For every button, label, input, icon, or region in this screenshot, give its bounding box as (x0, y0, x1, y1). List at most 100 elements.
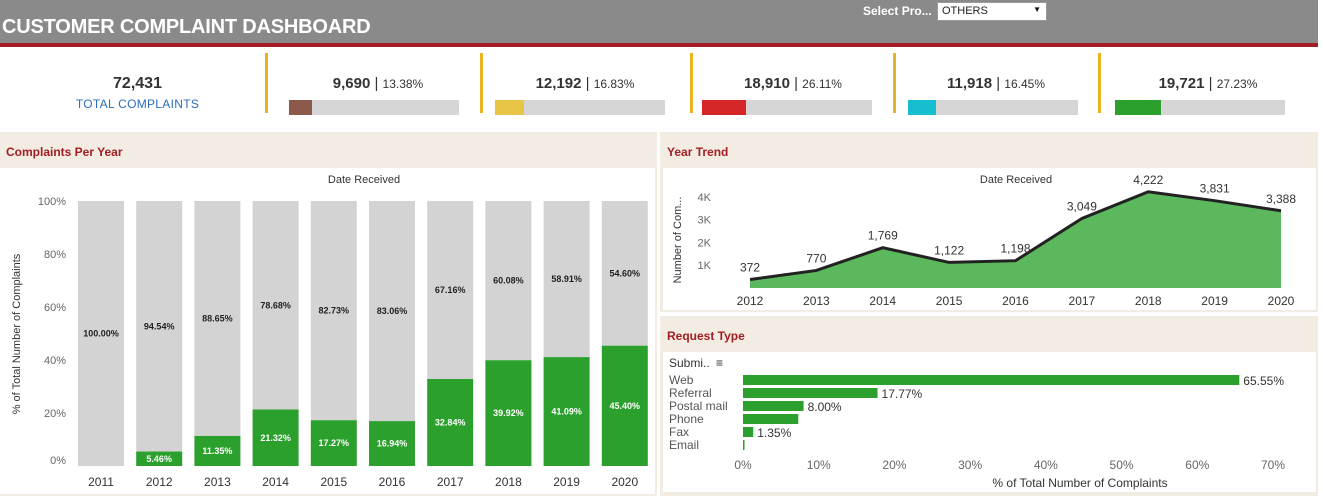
y-tick-label: 3K (698, 215, 712, 227)
x-tick-label: 2019 (1201, 294, 1228, 308)
kpi-progress-fill (908, 100, 936, 115)
x-tick-label: 2011 (88, 475, 114, 489)
x-tick-label: 2012 (737, 294, 764, 308)
bar-label-selected: 45.40% (610, 401, 641, 411)
bar-value-label: 17.77% (882, 387, 923, 401)
x-tick-label: 2017 (1069, 294, 1096, 308)
x-tick-label: 2014 (262, 475, 289, 489)
bar-label-selected: 5.46% (146, 454, 172, 464)
kpi-divider: | (370, 75, 383, 92)
bar-label-other: 78.68% (260, 300, 291, 310)
point-label: 1,122 (934, 243, 964, 257)
category-label: Phone (669, 412, 704, 426)
year-trend-panel: Year Trend Date Received Number of Com...… (660, 132, 1318, 312)
y-tick-label: 60% (44, 302, 66, 314)
x-tick-label: 2016 (1002, 294, 1029, 308)
kpi-progress-fill (495, 100, 524, 115)
request-bar (743, 427, 754, 437)
bar-label-selected: 16.94% (377, 439, 408, 449)
x-tick-label: 40% (1034, 458, 1058, 472)
trend-area (750, 191, 1281, 288)
x-tick-label: 2015 (936, 294, 963, 308)
kpi-progress-track (908, 100, 1078, 115)
kpi-percent: 27.23% (1216, 77, 1258, 91)
y-tick-label: 2K (698, 237, 712, 249)
dropdown-arrow-icon[interactable]: ▼ (1033, 5, 1041, 14)
panel-body: Submi.. ≡ Web 65.55% Referral 17.77% Postal ma… (663, 352, 1316, 492)
bar-label-selected: 39.92% (493, 408, 524, 418)
bar-label-other: 67.16% (435, 285, 466, 295)
kpi-value: 18,910 | 26.11% (713, 75, 873, 92)
bar-label-other: 100.00% (83, 329, 119, 339)
y-tick-label: 100% (38, 196, 66, 208)
kpi-count: 19,721 (1158, 75, 1205, 92)
x-tick-label: 2013 (204, 475, 231, 489)
kpi-divider: | (992, 75, 1005, 92)
select-product-dropdown[interactable]: OTHERS ▼ (937, 2, 1047, 21)
category-label: Web (669, 373, 694, 387)
panel-body: Date Received 0% 20% 40% 60% 80% 100% % of Tota… (0, 168, 655, 494)
y-tick-label: 0% (50, 455, 66, 467)
kpi-divider: | (789, 75, 803, 92)
x-tick-label: 50% (1110, 458, 1134, 472)
panel-title: Year Trend (667, 145, 729, 159)
x-tick-label: 0% (734, 458, 752, 472)
bar-value-label: 8.00% (808, 400, 842, 414)
y-axis-title: % of Total Number of Complaints (11, 253, 23, 414)
kpi-percent: 26.11% (802, 77, 842, 91)
kpi-percent: 16.45% (1004, 77, 1045, 91)
bar-label-other: 83.06% (377, 306, 408, 316)
request-bar (743, 414, 799, 424)
bar-label-selected: 41.09% (551, 407, 582, 417)
request-type-panel: Request Type Submi.. ≡ Web 65.55% Referral 17… (660, 316, 1318, 496)
point-label: 3,831 (1200, 182, 1230, 196)
y-tick-label: 40% (44, 355, 66, 367)
kpi-value: 12,192 | 16.83% (505, 75, 665, 92)
kpi-divider: | (581, 75, 594, 92)
x-tick-label: 2014 (869, 294, 896, 308)
kpi-separator (480, 53, 483, 113)
request-bar (743, 401, 804, 411)
category-label: Postal mail (669, 399, 728, 413)
x-axis-title: % of Total Number of Complaints (992, 476, 1167, 490)
kpi-separator (893, 53, 896, 113)
complaints-per-year-panel: Complaints Per Year Date Received 0% 20% 40… (0, 132, 657, 496)
kpi-separator (265, 53, 268, 113)
point-label: 4,222 (1133, 173, 1163, 187)
x-tick-label: 2019 (553, 475, 580, 489)
x-axis-title: Date Received (980, 174, 1052, 186)
x-tick-label: 2013 (803, 294, 830, 308)
bar-label-other: 60.08% (493, 276, 524, 286)
kpi-progress-fill (702, 100, 747, 115)
bar-label-other: 94.54% (144, 321, 175, 331)
submission-header: Submi.. (669, 356, 710, 370)
x-tick-label: 60% (1185, 458, 1209, 472)
x-tick-label: 70% (1261, 458, 1285, 472)
sort-icon: ≡ (716, 356, 723, 370)
point-label: 3,049 (1067, 200, 1097, 214)
kpi-progress-track (702, 100, 872, 115)
bar-label-selected: 32.84% (435, 417, 466, 427)
kpi-count: 11,918 (947, 75, 993, 92)
bar-label-other: 58.91% (551, 274, 582, 284)
x-tick-label: 2015 (320, 475, 347, 489)
year-trend-chart: Date Received Number of Com... 1K 2K 3K 4K 372… (672, 173, 1296, 308)
x-tick-label: 2012 (146, 475, 173, 489)
point-label: 770 (806, 251, 826, 265)
kpi-progress-track (1115, 100, 1285, 115)
x-tick-label: 20% (882, 458, 906, 472)
kpi-divider: | (1204, 75, 1217, 92)
panel-title: Complaints Per Year (6, 145, 123, 159)
kpi-progress-track (289, 100, 459, 115)
kpi-percent: 16.83% (593, 77, 635, 91)
kpi-count: 12,192 (535, 75, 582, 92)
request-bar (743, 388, 878, 398)
bar-value-label: 65.55% (1243, 374, 1284, 388)
x-tick-label: 2018 (495, 475, 522, 489)
point-label: 1,769 (868, 229, 898, 243)
point-label: 372 (740, 261, 760, 275)
select-product-label: Select Pro... (863, 4, 932, 18)
kpi-progress-track (495, 100, 665, 115)
select-product-value: OTHERS (942, 5, 988, 17)
dashboard-title: CUSTOMER COMPLAINT DASHBOARD (2, 16, 371, 38)
